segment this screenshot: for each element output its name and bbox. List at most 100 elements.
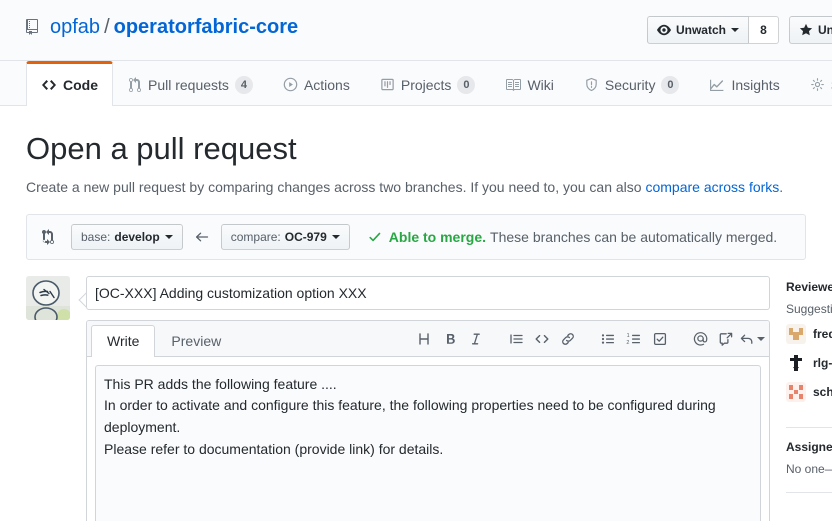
unstar-button[interactable]: Unstar [788,16,832,44]
svg-text:1: 1 [627,333,630,339]
unwatch-label: Unwatch [675,23,726,37]
avatar [786,323,806,344]
tab-wiki-label: Wiki [527,76,554,93]
avatar [786,381,806,402]
markdown-toolbar: 12 [411,326,765,356]
page-container: Open a pull request Create a new pull re… [0,106,832,521]
pull-request-title-input[interactable] [86,275,770,310]
write-preview-tabnav: Write Preview 1 2 [87,320,769,357]
tab-actions-label: Actions [303,76,350,93]
tab-projects-count: 0 [457,75,476,94]
tab-security-label: Security [604,76,656,93]
svg-text:2: 2 [626,340,629,346]
unwatch-button[interactable]: Unwatch [646,16,749,44]
page-subtitle-text: Create a new pull request by comparing c… [26,178,646,195]
repo-name-link[interactable]: operatorfabric-core [114,17,299,37]
chevron-down-icon [730,28,739,32]
bold-icon[interactable] [437,326,463,352]
heading-icon[interactable] [411,326,437,352]
sidebar-divider [786,426,832,428]
tab-projects[interactable]: Projects 0 [365,62,491,106]
comment-form: Write Preview [86,275,770,521]
tab-security-count: 0 [661,75,680,94]
git-compare-icon [41,228,57,245]
repo-owner-link[interactable]: opfab [50,17,100,37]
play-icon [283,77,298,92]
base-branch-select[interactable]: base: develop [71,223,183,250]
reviewer-name: schlaguen [813,384,832,399]
compare-branch-label: compare: [230,229,281,244]
chevron-down-icon [164,234,173,239]
repo-nav: Code Pull requests 4 Actions Projects 0 [26,61,832,106]
page-title: Open a pull request [26,131,297,166]
tab-projects-label: Projects [400,76,452,93]
task-list-icon[interactable] [647,326,673,352]
pull-request-form: Write Preview [26,275,770,521]
compare-across-forks-link[interactable]: compare across forks [645,179,779,195]
watch-button-group: Unwatch 8 [646,16,779,44]
chevron-down-icon [331,234,340,239]
tab-pull-requests[interactable]: Pull requests 4 [113,62,268,106]
page-subtitle: Create a new pull request by comparing c… [26,177,806,198]
assignees-heading[interactable]: Assignees [786,440,832,454]
reviewer-name: freddidierRTE [813,326,832,341]
reviewers-section: Reviewers Suggestions freddidierRTE rlg-… [786,280,832,423]
repo-breadcrumb: opfab / operatorfabric-core [26,17,298,37]
reviewers-heading[interactable]: Reviewers [786,280,832,294]
saved-replies-icon[interactable] [739,326,765,352]
quote-icon[interactable] [503,326,529,352]
tab-settings[interactable]: Settings [795,62,832,106]
link-icon[interactable] [555,326,581,352]
watch-count[interactable]: 8 [748,16,779,44]
tab-code[interactable]: Code [26,61,113,106]
assignees-empty-text: No one— [786,461,832,476]
code-icon[interactable] [529,326,555,352]
tab-preview[interactable]: Preview [155,325,237,357]
pull-request-sidebar: Reviewers Suggestions freddidierRTE rlg-… [786,276,832,521]
page-subtitle-period: . [779,178,784,195]
cross-reference-icon[interactable] [713,326,739,352]
ordered-list-icon[interactable]: 12 [621,326,647,352]
base-branch-label: base: [81,229,111,244]
repo-header: opfab / operatorfabric-core Unwatch 8 Un… [0,0,832,61]
graph-icon [709,77,725,93]
repo-separator: / [104,16,110,38]
content-row: Write Preview [26,275,832,521]
project-board-icon [380,77,395,92]
italic-icon[interactable] [463,326,489,352]
tab-insights[interactable]: Insights [694,62,794,106]
sidebar-divider [786,491,832,493]
repo-nav-bar: Code Pull requests 4 Actions Projects 0 [0,61,832,106]
pull-request-body-textarea[interactable]: This PR adds the following feature .... … [95,364,761,521]
code-icon [41,77,57,93]
tab-actions[interactable]: Actions [268,62,365,106]
mention-icon[interactable] [687,326,713,352]
comment-pointer [78,292,86,308]
tab-security[interactable]: Security 0 [569,62,695,106]
avatar [786,352,806,373]
unordered-list-icon[interactable] [595,326,621,352]
eye-icon [656,23,671,37]
repo-icon [26,19,42,35]
reviewer-item[interactable]: schlaguen [786,381,832,402]
reviewer-item[interactable]: rlg-rte [786,352,832,373]
tab-pull-requests-count: 4 [234,75,253,94]
base-branch-value: develop [114,229,160,244]
branch-compare-bar: base: develop compare: OC-979 Able to me… [26,213,806,260]
compare-branch-select[interactable]: compare: OC-979 [220,223,350,250]
star-icon [799,23,813,37]
shield-icon [584,77,599,92]
merge-status: Able to merge. These branches can be aut… [368,229,777,245]
tab-wiki[interactable]: Wiki [490,62,568,106]
compare-branch-value: OC-979 [284,229,327,244]
unstar-label: Unstar [817,23,832,37]
reviewer-item[interactable]: freddidierRTE [786,323,832,344]
comment-box: Write Preview 1 2 This PR adds the follo… [86,319,770,521]
star-button-group: Unstar [788,16,832,44]
comment-body: This PR adds the following feature .... … [87,356,769,521]
arrow-left-icon [194,229,210,245]
chevron-down-icon [757,336,765,341]
merge-status-strong: Able to merge. [388,228,487,245]
avatar[interactable] [26,275,70,320]
tab-write[interactable]: Write [91,324,156,357]
